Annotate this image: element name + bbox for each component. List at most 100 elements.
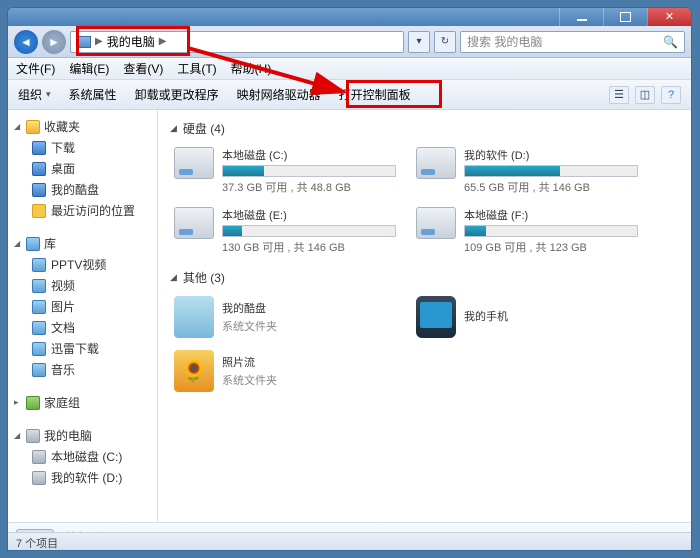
sidebar-group-libraries[interactable]: 库 — [14, 235, 151, 252]
drive-icon — [32, 471, 46, 485]
navigation-bar: ◄ ► ▶ 我的电脑 ▶ ▾ ↻ 搜索 我的电脑 🔍 — [8, 26, 691, 58]
sidebar-item-xunlei[interactable]: 迅雷下载 — [18, 338, 151, 359]
drive-icon — [174, 147, 214, 179]
drive-icon — [32, 450, 46, 464]
section-others[interactable]: 其他 (3) — [170, 269, 679, 286]
computer-icon — [77, 36, 91, 48]
pictures-icon — [32, 300, 46, 314]
drive-icon — [416, 207, 456, 239]
preview-pane-button[interactable]: ◫ — [635, 86, 655, 104]
other-item[interactable]: 照片流系统文件夹 — [170, 346, 400, 396]
address-bar[interactable]: ▶ 我的电脑 ▶ — [70, 31, 404, 53]
drives-grid: 本地磁盘 (C:) 37.3 GB 可用 , 共 48.8 GB 我的软件 (D:)… — [170, 143, 679, 259]
sidebar-item-kupan[interactable]: 我的酷盘 — [18, 179, 151, 200]
status-text: 7 个项目 — [16, 538, 58, 550]
other-subtext: 系统文件夹 — [222, 318, 277, 334]
computer-icon — [26, 429, 40, 443]
open-control-panel-button[interactable]: 打开控制面板 — [339, 86, 411, 103]
cloud-disk-icon — [32, 183, 46, 197]
titlebar — [8, 8, 691, 26]
other-item[interactable]: 我的酷盘系统文件夹 — [170, 292, 400, 342]
other-name: 我的酷盘 — [222, 300, 277, 316]
other-item[interactable]: 我的手机 — [412, 292, 642, 342]
sidebar-group-favorites[interactable]: 收藏夹 — [14, 118, 151, 135]
breadcrumb-location[interactable]: 我的电脑 — [107, 33, 155, 50]
desktop-icon — [32, 162, 46, 176]
drive-name: 本地磁盘 (F:) — [464, 207, 638, 223]
sidebar-group-computer[interactable]: 我的电脑 — [14, 427, 151, 444]
sidebar-item-videos[interactable]: 视频 — [18, 275, 151, 296]
back-button[interactable]: ◄ — [14, 30, 38, 54]
navigation-pane[interactable]: 收藏夹 下载 桌面 我的酷盘 最近访问的位置 库 PPTV视频 视频 图片 文档… — [8, 110, 158, 522]
maximize-button[interactable] — [603, 8, 647, 26]
menu-edit[interactable]: 编辑(E) — [69, 60, 109, 77]
drive-item[interactable]: 本地磁盘 (C:) 37.3 GB 可用 , 共 48.8 GB — [170, 143, 400, 199]
drive-name: 我的软件 (D:) — [464, 147, 638, 163]
usage-text: 130 GB 可用 , 共 146 GB — [222, 239, 396, 255]
other-subtext: 系统文件夹 — [222, 372, 277, 388]
menu-help[interactable]: 帮助(H) — [231, 60, 272, 77]
search-input[interactable]: 搜索 我的电脑 🔍 — [460, 31, 685, 53]
sidebar-item-drive-c[interactable]: 本地磁盘 (C:) — [18, 446, 151, 467]
recent-icon — [32, 204, 46, 218]
sidebar-group-homegroup[interactable]: 家庭组 — [14, 394, 151, 411]
breadcrumb-sep-icon: ▶ — [159, 36, 167, 47]
sidebar-item-downloads[interactable]: 下载 — [18, 137, 151, 158]
menu-view[interactable]: 查看(V) — [123, 60, 163, 77]
usage-bar — [222, 225, 396, 237]
sidebar-item-pptv[interactable]: PPTV视频 — [18, 254, 151, 275]
photo-icon — [174, 350, 214, 392]
menu-bar: 文件(F) 编辑(E) 查看(V) 工具(T) 帮助(H) — [8, 58, 691, 80]
sidebar-item-desktop[interactable]: 桌面 — [18, 158, 151, 179]
map-network-drive-button[interactable]: 映射网络驱动器 — [237, 86, 321, 103]
phone-icon — [416, 296, 456, 338]
sidebar-item-drive-d[interactable]: 我的软件 (D:) — [18, 467, 151, 488]
sidebar-item-pictures[interactable]: 图片 — [18, 296, 151, 317]
explorer-window: ◄ ► ▶ 我的电脑 ▶ ▾ ↻ 搜索 我的电脑 🔍 文件(F) 编辑(E) 查… — [7, 7, 692, 551]
organize-button[interactable]: 组织 — [18, 86, 51, 103]
uninstall-programs-button[interactable]: 卸载或更改程序 — [135, 86, 219, 103]
minimize-button[interactable] — [559, 8, 603, 26]
usage-bar — [464, 165, 638, 177]
usage-text: 109 GB 可用 , 共 123 GB — [464, 239, 638, 255]
other-name: 照片流 — [222, 354, 277, 370]
video-icon — [32, 258, 46, 272]
menu-tools[interactable]: 工具(T) — [177, 60, 216, 77]
other-name: 我的手机 — [464, 308, 508, 324]
forward-button[interactable]: ► — [42, 30, 66, 54]
drive-name: 本地磁盘 (C:) — [222, 147, 396, 163]
content-panes: 收藏夹 下载 桌面 我的酷盘 最近访问的位置 库 PPTV视频 视频 图片 文档… — [8, 110, 691, 522]
downloads-icon — [32, 141, 46, 155]
status-bar: 7 个项目 — [8, 532, 691, 550]
search-icon: 🔍 — [663, 35, 678, 49]
refresh-button[interactable]: ↻ — [434, 31, 456, 53]
drive-item[interactable]: 我的软件 (D:)65.5 GB 可用 , 共 146 GB — [412, 143, 642, 199]
view-options-button[interactable]: ☰ — [609, 86, 629, 104]
music-icon — [32, 363, 46, 377]
drive-icon — [174, 207, 214, 239]
sidebar-item-recent[interactable]: 最近访问的位置 — [18, 200, 151, 221]
address-history-button[interactable]: ▾ — [408, 31, 430, 53]
sidebar-item-documents[interactable]: 文档 — [18, 317, 151, 338]
content-pane[interactable]: 硬盘 (4) 本地磁盘 (C:) 37.3 GB 可用 , 共 48.8 GB 我的… — [158, 110, 691, 522]
help-button[interactable]: ? — [661, 86, 681, 104]
documents-icon — [32, 321, 46, 335]
command-bar: 组织 系统属性 卸载或更改程序 映射网络驱动器 打开控制面板 ☰ ◫ ? — [8, 80, 691, 110]
sidebar-item-music[interactable]: 音乐 — [18, 359, 151, 380]
drive-item[interactable]: 本地磁盘 (E:)130 GB 可用 , 共 146 GB — [170, 203, 400, 259]
libraries-icon — [26, 237, 40, 251]
download-icon — [32, 342, 46, 356]
system-properties-button[interactable]: 系统属性 — [69, 86, 117, 103]
folder-icon — [174, 296, 214, 338]
drive-item[interactable]: 本地磁盘 (F:) 109 GB 可用 , 共 123 GB — [412, 203, 642, 259]
section-drives[interactable]: 硬盘 (4) — [170, 120, 679, 137]
usage-bar — [222, 165, 396, 177]
search-placeholder: 搜索 我的电脑 — [467, 33, 542, 50]
usage-bar — [464, 225, 638, 237]
menu-file[interactable]: 文件(F) — [16, 60, 55, 77]
star-icon — [26, 120, 40, 134]
breadcrumb-sep-icon: ▶ — [95, 36, 103, 47]
usage-text: 37.3 GB 可用 , 共 48.8 GB — [222, 179, 396, 195]
others-grid: 我的酷盘系统文件夹我的手机照片流系统文件夹 — [170, 292, 679, 396]
close-button[interactable] — [647, 8, 691, 26]
